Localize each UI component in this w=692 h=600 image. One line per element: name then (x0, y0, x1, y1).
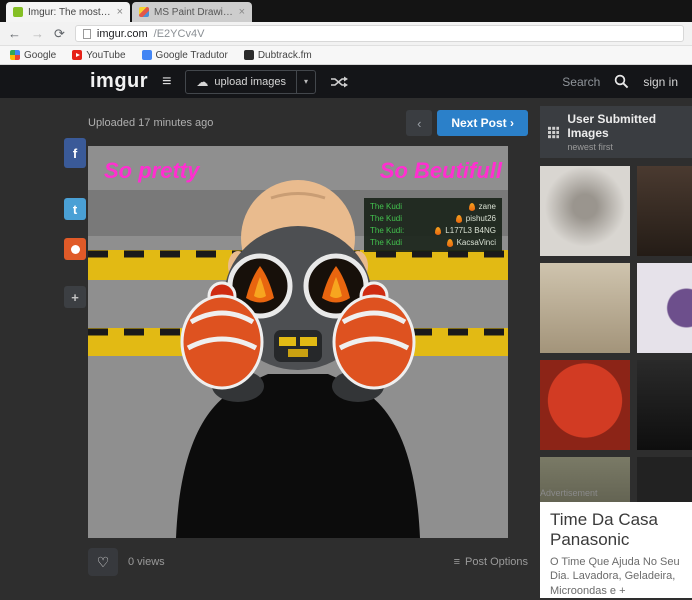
tab-close-icon[interactable]: × (239, 6, 245, 18)
paint-favicon-icon (139, 7, 149, 17)
chat-line: The Kudi: L177L3 B4NG (370, 226, 496, 236)
twitter-icon: t (72, 201, 78, 217)
gallery-sidebar: User Submitted Images newest first (540, 106, 692, 502)
chat-line: The Kudi pishut26 (370, 214, 496, 224)
bookmark-label: Google (24, 49, 57, 61)
heart-icon: ♡ (96, 553, 110, 570)
post-image[interactable]: So pretty So Beutifull The Kudi zane The… (88, 146, 508, 538)
bookmark-label: Dubtrack.fm (257, 49, 312, 61)
translate-icon (141, 50, 152, 60)
post-options-label: Post Options (465, 556, 528, 568)
next-post-button[interactable]: Next Post › (437, 110, 528, 136)
forward-button[interactable]: → (31, 27, 44, 40)
upload-cloud-icon: ☁ (196, 74, 209, 89)
youtube-icon (72, 50, 83, 60)
bookmark-google[interactable]: Google (10, 50, 56, 61)
caption-so-beautiful: So Beutifull (379, 158, 502, 183)
url-path: /E2YCv4V (153, 27, 205, 40)
chat-user: The Kudi (370, 238, 403, 247)
chat-name: zane (478, 202, 496, 211)
browser-toolbar: ← → ⟳ imgur.com/E2YCv4V (0, 22, 692, 46)
browser-tab-imgur[interactable]: Imgur: The most awesom... × (6, 2, 130, 22)
advertisement-label: Advertisement (540, 488, 598, 498)
ad-box[interactable]: Time Da Casa Panasonic O Time Que Ajuda … (540, 502, 692, 598)
thumbnail[interactable] (540, 360, 630, 450)
address-bar[interactable]: imgur.com/E2YCv4V (74, 25, 684, 42)
back-button[interactable]: ← (8, 27, 21, 40)
chat-name: L177L3 B4NG (445, 226, 496, 235)
site-header: imgur ≡ ☁ upload images ▾ Search sign in (0, 65, 692, 98)
chat-overlay: The Kudi zane The Kudi pishut26 The Kudi… (364, 198, 502, 252)
grid-icon (548, 126, 560, 138)
browser-tab-strip: Imgur: The most awesom... × MS Paint Dra… (0, 0, 692, 22)
chat-line: The Kudi zane (370, 202, 496, 212)
list-icon: ≡ (453, 556, 461, 568)
gallery-title: User Submitted Images (567, 112, 657, 140)
bookmark-dubtrack[interactable]: Dubtrack.fm (243, 49, 312, 61)
previous-post-button[interactable]: ‹ (406, 110, 433, 136)
thumbnail[interactable] (637, 166, 692, 256)
favorite-button[interactable]: ♡ (88, 548, 118, 576)
sign-in-button[interactable]: sign in (643, 75, 678, 89)
ad-body: O Time Que Ajuda No Seu Dia. Lavadora, G… (550, 556, 680, 597)
facebook-share-button[interactable]: f (64, 138, 86, 168)
ad-section: Advertisement Time Da Casa Panasonic O T… (540, 488, 692, 598)
gallery-header[interactable]: User Submitted Images newest first (540, 106, 692, 158)
flame-icon (446, 239, 453, 247)
chat-user: The Kudi (370, 202, 403, 211)
search-icon[interactable] (614, 74, 629, 89)
upload-timestamp: Uploaded 17 minutes ago (88, 117, 214, 129)
tab-title: Imgur: The most awesom... (28, 6, 112, 18)
chat-name: pishut26 (465, 214, 496, 223)
view-count: 0 views (128, 556, 165, 568)
bookmark-google-tradutor[interactable]: Google Tradutor (141, 49, 228, 61)
more-share-button[interactable]: + (64, 286, 86, 308)
plus-icon: + (71, 289, 79, 305)
upload-label: upload images (214, 75, 286, 88)
reddit-icon (70, 244, 80, 254)
imgur-favicon-icon (13, 7, 23, 17)
flame-icon (468, 203, 475, 211)
thumbnail[interactable] (540, 166, 630, 256)
reddit-share-button[interactable] (64, 238, 86, 260)
dubtrack-icon (243, 50, 254, 60)
random-shuffle-icon[interactable] (330, 76, 348, 88)
flame-icon (455, 215, 462, 223)
bookmark-label: YouTube (86, 49, 126, 61)
chat-user: The Kudi: (370, 226, 405, 235)
tab-title: MS Paint Drawings! - Pag... (154, 6, 234, 18)
imgur-logo[interactable]: imgur (90, 70, 148, 93)
page-icon (82, 28, 91, 39)
bookmark-label: Google Tradutor (155, 49, 228, 61)
url-host: imgur.com (96, 27, 148, 40)
thumbnail-grid (540, 166, 692, 502)
thumbnail[interactable] (540, 263, 630, 353)
browser-tab-mspaint[interactable]: MS Paint Drawings! - Pag... × (132, 2, 252, 22)
chat-name: KacsaVinci (456, 238, 496, 247)
page-content: f t + Uploaded 17 minutes ago ‹ Next Pos… (0, 98, 692, 600)
gallery-sort-label: newest first (567, 142, 613, 152)
facebook-icon: f (72, 145, 78, 161)
caption-so-pretty: So pretty (104, 158, 200, 183)
twitter-share-button[interactable]: t (64, 198, 86, 220)
post-options-button[interactable]: ≡ Post Options (454, 556, 528, 568)
menu-icon[interactable]: ≡ (162, 73, 171, 91)
chat-line: The Kudi KacsaVinci (370, 238, 496, 248)
refresh-button[interactable]: ⟳ (54, 27, 65, 40)
bookmarks-bar: Google YouTube Google Tradutor Dubtrack.… (0, 46, 692, 65)
upload-images-button[interactable]: ☁ upload images ▾ (185, 69, 316, 94)
thumbnail[interactable] (637, 360, 692, 450)
flame-icon (435, 227, 442, 235)
tab-close-icon[interactable]: × (117, 6, 123, 18)
chat-user: The Kudi (370, 214, 403, 223)
upload-caret-button[interactable]: ▾ (295, 70, 315, 93)
ad-title[interactable]: Time Da Casa Panasonic (550, 510, 690, 549)
thumbnail[interactable] (637, 263, 692, 353)
bookmark-youtube[interactable]: YouTube (72, 49, 126, 61)
post-panel: Uploaded 17 minutes ago ‹ Next Post › So… (88, 106, 528, 576)
google-icon (10, 50, 20, 60)
search-input[interactable]: Search (562, 75, 600, 89)
